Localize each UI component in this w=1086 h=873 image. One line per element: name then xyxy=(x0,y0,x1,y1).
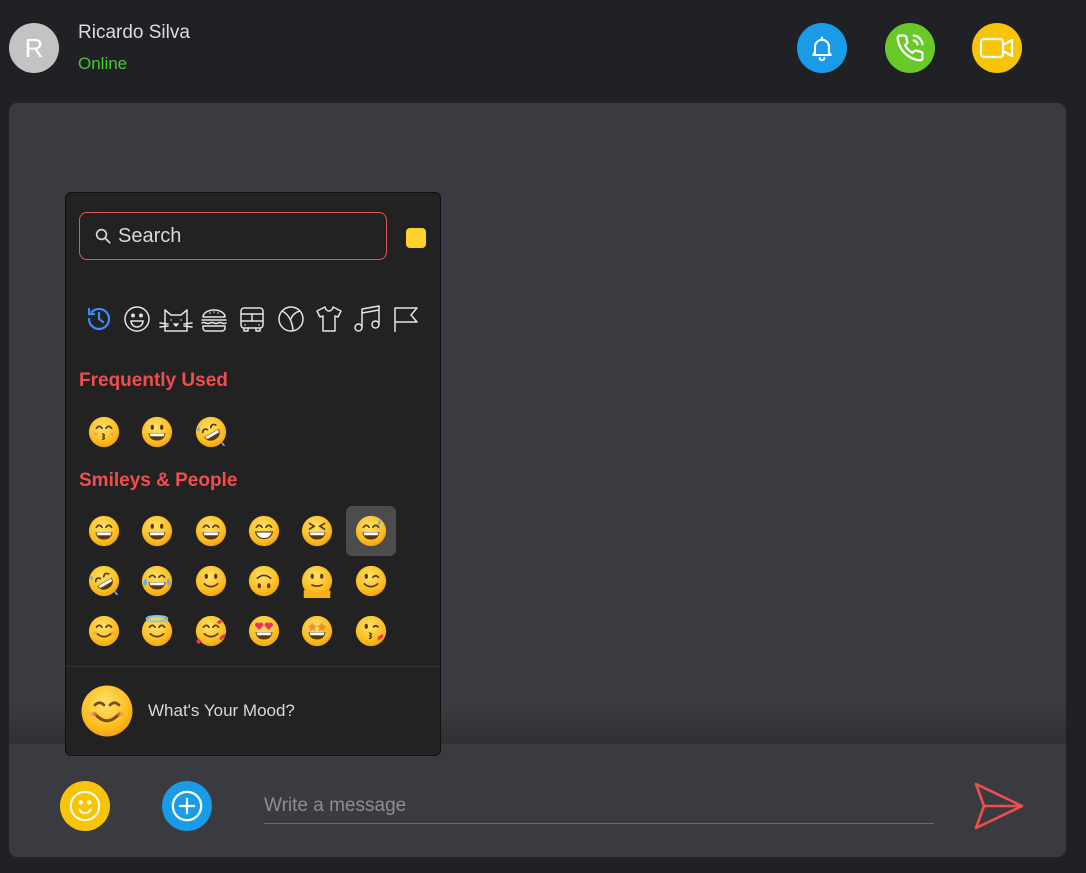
halo-icon xyxy=(142,614,173,647)
emoji-search-input[interactable] xyxy=(118,224,368,248)
winking-icon xyxy=(355,565,386,597)
emoji-smiling-eyes[interactable] xyxy=(79,606,129,656)
emoji-kissing-closed-eyes[interactable] xyxy=(79,407,129,457)
emoji-halo[interactable] xyxy=(132,606,182,656)
category-flags[interactable] xyxy=(387,301,425,337)
smiling-hearts-icon xyxy=(195,615,226,647)
smileys-people-grid xyxy=(79,506,419,671)
emoji-winking[interactable] xyxy=(346,556,396,606)
phone-icon xyxy=(896,34,924,62)
clock-history-icon xyxy=(88,307,111,331)
shirt-icon xyxy=(316,306,342,332)
kissing-closed-eyes-icon xyxy=(88,416,120,448)
grinning-icon xyxy=(88,515,120,547)
upside-down-icon xyxy=(248,565,280,597)
flag-icon xyxy=(394,307,418,332)
bus-icon xyxy=(240,307,265,332)
bell-icon xyxy=(812,36,832,62)
contact-name: Ricardo Silva xyxy=(78,22,190,43)
smiley-face-icon xyxy=(124,306,151,332)
smiley-icon xyxy=(69,790,101,822)
grinning-big-eyes-icon xyxy=(142,416,173,448)
attach-button[interactable] xyxy=(162,781,212,831)
emoji-category-bar xyxy=(80,301,425,337)
search-icon xyxy=(94,227,112,245)
contact-status: Online xyxy=(78,54,128,73)
emoji-rolling-on-floor-laughing[interactable] xyxy=(186,407,236,457)
avatar-initial: R xyxy=(24,32,44,63)
music-note-icon xyxy=(354,305,381,332)
emoji-picker: Frequently Used Smileys & People What's … xyxy=(65,192,441,756)
emoji-rolling-on-floor-laughing[interactable] xyxy=(79,556,129,606)
grinning-big-eyes-icon xyxy=(142,515,173,547)
emoji-face-blowing-kiss[interactable] xyxy=(346,606,396,656)
notifications-button[interactable] xyxy=(797,23,847,73)
rolling-on-floor-laughing-icon xyxy=(88,565,120,597)
star-struck-icon xyxy=(302,615,333,647)
picker-footer: What's Your Mood? xyxy=(66,666,440,755)
emoji-tears-of-joy[interactable] xyxy=(132,556,182,606)
cat-icon xyxy=(159,309,193,332)
smiling-face-icon xyxy=(81,685,133,737)
emoji-squinting-laughing[interactable] xyxy=(292,506,342,556)
emoji-search-box[interactable] xyxy=(79,212,387,260)
heart-eyes-icon xyxy=(248,615,280,647)
melting-icon xyxy=(302,565,333,598)
grinning-smiling-eyes-icon xyxy=(195,515,226,547)
frequently-used-grid xyxy=(79,407,419,457)
avatar[interactable]: R xyxy=(9,23,59,73)
emoji-upside-down[interactable] xyxy=(239,556,289,606)
emoji-melting[interactable] xyxy=(292,556,342,606)
rolling-on-floor-laughing-icon xyxy=(195,416,226,448)
smiling-eyes-icon xyxy=(88,615,120,647)
emoji-grinning-big-eyes[interactable] xyxy=(132,407,182,457)
emoji-grinning-sweat[interactable] xyxy=(345,506,396,556)
category-activities[interactable] xyxy=(272,301,310,337)
section-smileys-people: Smileys & People xyxy=(79,470,238,491)
mood-label: What's Your Mood? xyxy=(148,701,295,720)
category-travel[interactable] xyxy=(233,301,271,337)
emoji-grinning-big-eyes[interactable] xyxy=(132,506,182,556)
video-call-button[interactable] xyxy=(972,23,1022,73)
ball-icon xyxy=(278,306,304,332)
section-frequently-used: Frequently Used xyxy=(79,370,228,391)
category-food[interactable] xyxy=(195,301,233,337)
message-input[interactable] xyxy=(264,789,934,824)
category-smileys[interactable] xyxy=(118,301,156,337)
squinting-laughing-icon xyxy=(302,515,333,547)
emoji-heart-eyes[interactable] xyxy=(239,606,289,656)
send-icon xyxy=(974,782,1024,830)
category-symbols[interactable] xyxy=(348,301,386,337)
emoji-grinning[interactable] xyxy=(79,506,129,556)
voice-call-button[interactable] xyxy=(885,23,935,73)
face-blowing-kiss-icon xyxy=(355,615,386,647)
emoji-slightly-smiling[interactable] xyxy=(186,556,236,606)
plus-circle-icon xyxy=(171,790,203,822)
skin-tone-selector[interactable] xyxy=(406,228,426,248)
emoji-grinning-smiling-eyes[interactable] xyxy=(186,506,236,556)
emoji-star-struck[interactable] xyxy=(292,606,342,656)
send-button[interactable] xyxy=(971,780,1027,832)
category-objects[interactable] xyxy=(310,301,348,337)
emoji-beaming[interactable] xyxy=(239,506,289,556)
video-camera-icon xyxy=(979,37,1014,59)
tears-of-joy-icon xyxy=(142,565,173,597)
emoji-toggle-button[interactable] xyxy=(60,781,110,831)
burger-icon xyxy=(201,309,227,332)
grinning-sweat-icon xyxy=(355,515,386,547)
emoji-smiling-hearts[interactable] xyxy=(186,606,236,656)
category-recent[interactable] xyxy=(80,301,118,337)
beaming-icon xyxy=(248,515,280,547)
slightly-smiling-icon xyxy=(195,565,226,597)
category-animals[interactable] xyxy=(157,301,195,337)
message-composer xyxy=(9,743,1066,857)
